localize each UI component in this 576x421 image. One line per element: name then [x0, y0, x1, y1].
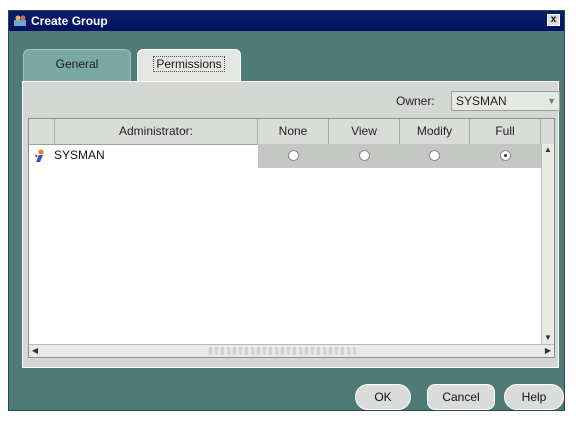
header-corner — [29, 119, 55, 144]
column-header-full[interactable]: Full — [470, 119, 541, 144]
permission-full-radio[interactable] — [500, 150, 511, 161]
scroll-left-icon[interactable]: ◀ — [29, 345, 41, 357]
group-window-icon — [13, 14, 27, 27]
column-header-administrator[interactable]: Administrator: — [55, 119, 258, 144]
permission-modify-radio[interactable] — [429, 150, 440, 161]
create-group-dialog: Create Group x General Permissions Owner… — [8, 10, 565, 411]
table-row[interactable]: SYSMAN — [29, 144, 541, 168]
owner-label: Owner: — [396, 94, 435, 108]
title-bar[interactable]: Create Group x — [9, 11, 564, 31]
column-header-modify[interactable]: Modify — [400, 119, 470, 144]
horizontal-scroll-thumb[interactable] — [209, 347, 359, 355]
permissions-table: Administrator: None View Modify Full SYS… — [28, 118, 555, 358]
ok-button[interactable]: OK — [355, 384, 411, 410]
column-header-view[interactable]: View — [329, 119, 400, 144]
close-icon: x — [550, 14, 557, 25]
horizontal-scrollbar[interactable]: ◀ ▶ — [29, 344, 554, 357]
permission-none-radio[interactable] — [288, 150, 299, 161]
administrator-icon — [34, 149, 46, 163]
column-header-none[interactable]: None — [258, 119, 329, 144]
owner-select[interactable]: SYSMAN ▼ — [451, 91, 560, 111]
permissions-panel: Owner: SYSMAN ▼ Administrator: None View… — [22, 81, 560, 368]
permission-view-radio[interactable] — [359, 150, 370, 161]
table-header: Administrator: None View Modify Full — [29, 119, 554, 145]
close-button[interactable]: x — [547, 14, 560, 26]
tab-permissions-label: Permissions — [153, 56, 225, 72]
permission-cells — [258, 144, 541, 168]
window-title: Create Group — [31, 14, 108, 28]
administrator-name: SYSMAN — [54, 148, 105, 162]
tab-general-label: General — [55, 57, 99, 71]
owner-value: SYSMAN — [456, 94, 507, 108]
scroll-up-icon[interactable]: ▲ — [542, 144, 554, 156]
help-button[interactable]: Help — [504, 384, 564, 410]
tab-permissions[interactable]: Permissions — [137, 49, 241, 83]
cancel-button[interactable]: Cancel — [427, 384, 495, 410]
chevron-down-icon[interactable]: ▼ — [547, 92, 556, 110]
scroll-down-icon[interactable]: ▼ — [542, 332, 554, 344]
scroll-right-icon[interactable]: ▶ — [542, 345, 554, 357]
tab-general[interactable]: General — [23, 49, 131, 81]
vertical-scrollbar[interactable]: ▲ ▼ — [541, 144, 554, 344]
